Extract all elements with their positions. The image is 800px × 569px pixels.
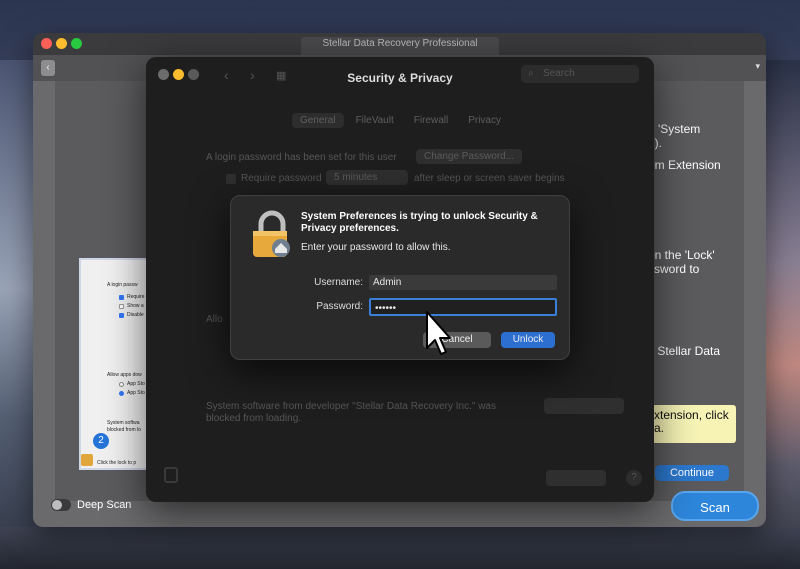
close-window-button[interactable] xyxy=(41,38,52,49)
thumb-text: Click the lock to p xyxy=(97,460,137,466)
thumb-text: App Sto xyxy=(127,390,145,396)
mouse-pointer-icon xyxy=(426,311,451,355)
instruction-text-2: 1). xyxy=(648,136,663,150)
tab-general[interactable]: General xyxy=(292,113,344,128)
unlock-button[interactable]: Unlock xyxy=(501,332,555,348)
thumb-checkbox xyxy=(119,295,124,300)
padlock-icon xyxy=(253,210,290,257)
tab-filevault[interactable]: FileVault xyxy=(348,113,402,128)
thumb-text: Allow apps dow xyxy=(107,372,142,378)
thumb-checkbox xyxy=(119,313,124,318)
thumb-checkbox xyxy=(119,304,124,309)
zoom-window-button[interactable] xyxy=(71,38,82,49)
instruction-text-6: y Stellar Data xyxy=(648,344,721,358)
allow-button[interactable] xyxy=(544,398,624,414)
thumb-text: Disable xyxy=(127,312,144,318)
search-icon: ⌕ xyxy=(528,68,534,79)
instruction-text-3: em Extension xyxy=(648,158,721,172)
security-prefs-thumbnail: A login passw Require Show a Disable All… xyxy=(79,258,149,470)
instruction-text-4: on the 'Lock' xyxy=(648,248,715,262)
desktop-wallpaper-bottom xyxy=(0,527,800,569)
instruction-text-5: ssword to xyxy=(648,262,700,276)
username-field[interactable]: Admin xyxy=(369,275,557,290)
thumb-radio xyxy=(119,382,124,387)
chevron-down-icon[interactable]: ▾ xyxy=(755,61,760,72)
thumb-text: System softwa xyxy=(107,420,140,426)
authentication-dialog: System Preferences is trying to unlock S… xyxy=(230,195,570,360)
require-password-checkbox[interactable] xyxy=(226,174,236,184)
lock-icon[interactable] xyxy=(164,467,178,483)
password-label: Password: xyxy=(316,301,363,312)
step-badge: 2 xyxy=(93,433,109,449)
thumb-text: App Sto xyxy=(127,381,145,387)
help-icon[interactable]: ? xyxy=(626,470,642,486)
dialog-heading: System Preferences is trying to unlock S… xyxy=(301,211,538,234)
sp-tab-bar: General FileVault Firewall Privacy xyxy=(292,113,509,128)
tab-firewall[interactable]: Firewall xyxy=(406,113,456,128)
thumb-text: A login passw xyxy=(107,282,138,288)
dialog-subtext: Enter your password to allow this. xyxy=(301,242,451,253)
scan-button[interactable]: Scan xyxy=(671,491,759,521)
system-software-text-2: blocked from loading. xyxy=(206,413,302,424)
back-arrow-icon[interactable]: ‹ xyxy=(41,60,55,76)
instruction-text-1: d 'System xyxy=(648,122,701,136)
thumb-text: Show a xyxy=(127,303,144,309)
minimize-window-button[interactable] xyxy=(56,38,67,49)
after-sleep-text: after sleep or screen saver begins xyxy=(414,173,565,184)
change-password-button[interactable]: Change Password... xyxy=(416,149,523,164)
tooltip-note: xtension, click a. xyxy=(648,405,736,443)
require-delay-select[interactable]: 5 minutes xyxy=(326,170,408,185)
system-software-text-1: System software from developer "Stellar … xyxy=(206,401,496,412)
thumb-radio xyxy=(119,391,124,396)
allow-apps-text: Allo xyxy=(206,314,223,325)
deep-scan-toggle[interactable] xyxy=(51,499,71,511)
lock-icon xyxy=(81,454,93,466)
tab-privacy[interactable]: Privacy xyxy=(460,113,509,128)
password-field[interactable]: •••••• xyxy=(369,298,557,316)
search-input[interactable]: Search xyxy=(521,65,639,83)
require-password-label: Require password xyxy=(241,173,322,184)
username-label: Username: xyxy=(314,277,363,288)
login-password-text: A login password has been set for this u… xyxy=(206,152,397,163)
thumb-text: blocked from lo xyxy=(107,427,141,433)
stellar-titlebar: Stellar Data Recovery Professional xyxy=(33,33,766,59)
advanced-button[interactable] xyxy=(546,470,606,486)
continue-button[interactable]: Continue xyxy=(655,465,729,481)
deep-scan-label: Deep Scan xyxy=(77,499,132,511)
thumb-text: Require xyxy=(127,294,145,300)
